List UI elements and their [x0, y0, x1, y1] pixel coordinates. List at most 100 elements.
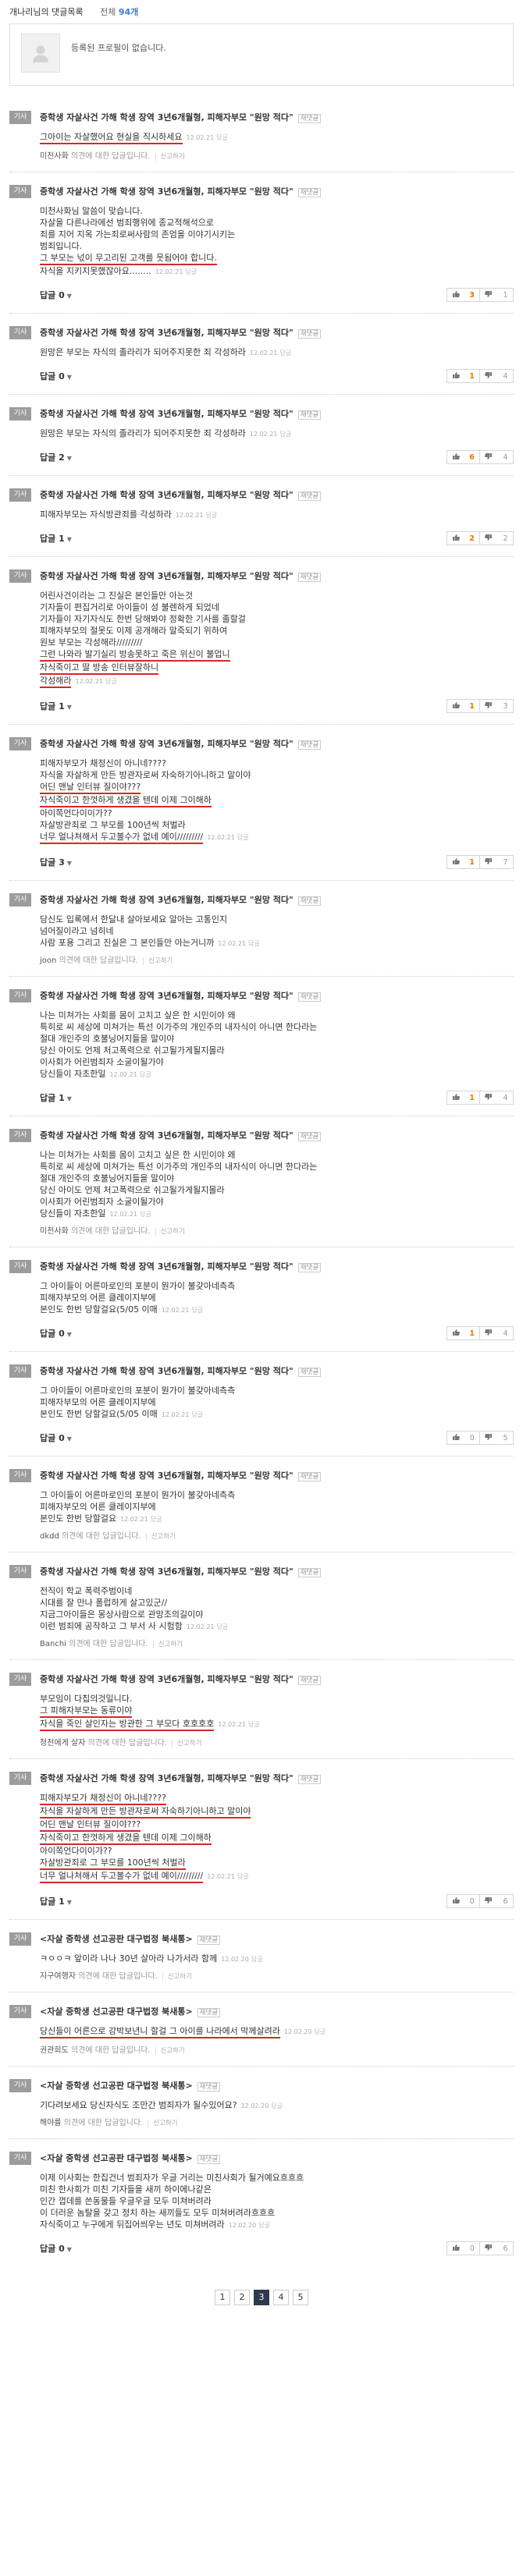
page-4-button[interactable]: 4	[273, 2290, 289, 2305]
reply-link[interactable]: 답글	[151, 1516, 162, 1523]
comment-context-badge[interactable]: 재댓글	[297, 1676, 322, 1685]
upvote-button[interactable]: 1	[447, 1091, 480, 1104]
reply-target-name[interactable]: 해야를	[40, 2119, 62, 2127]
downvote-button[interactable]: 5	[480, 1432, 513, 1444]
downvote-button[interactable]: 6	[480, 1895, 513, 1907]
upvote-button[interactable]: 0	[447, 1895, 480, 1907]
article-title-link[interactable]: 중학생 자살사건 가해 학생 장역 3년6개월형, 피해자부모 "원망 적다"	[40, 991, 294, 1001]
comment-context-badge[interactable]: 재댓글	[297, 1775, 322, 1784]
downvote-button[interactable]: 1	[480, 289, 513, 301]
reply-link[interactable]: 답글	[140, 1071, 151, 1078]
reply-target-name[interactable]: 청천에게 살자	[40, 1739, 85, 1747]
reply-link[interactable]: 답글	[271, 2102, 283, 2109]
reply-target-name[interactable]: 미천사화	[40, 152, 69, 161]
replies-toggle[interactable]: 답글 0 ▼	[40, 1432, 72, 1444]
reply-link[interactable]: 답글	[258, 2222, 270, 2229]
comment-context-badge[interactable]: 재댓글	[297, 573, 322, 582]
reply-link[interactable]: 답글	[279, 349, 291, 357]
article-title-link[interactable]: 중학생 자살사건 가해 학생 장역 3년6개월형, 피해자부모 "원망 적다"	[40, 1261, 294, 1272]
article-title-link[interactable]: 중학생 자살사건 가해 학생 장역 3년6개월형, 피해자부모 "원망 적다"	[40, 186, 294, 197]
replies-toggle[interactable]: 답글 0 ▼	[40, 1327, 72, 1339]
comment-context-badge[interactable]: 재댓글	[297, 1568, 322, 1577]
comment-context-badge[interactable]: 재댓글	[297, 188, 322, 197]
reply-link[interactable]: 답글	[206, 512, 218, 519]
replies-toggle[interactable]: 답글 1 ▼	[40, 532, 72, 545]
report-link[interactable]: 신고하기	[172, 1740, 202, 1747]
upvote-button[interactable]: 6	[447, 451, 480, 463]
reply-link[interactable]: 답글	[217, 1623, 229, 1630]
comment-context-badge[interactable]: 재댓글	[297, 114, 322, 123]
comment-context-badge[interactable]: 재댓글	[297, 992, 322, 1002]
replies-toggle[interactable]: 답글 1 ▼	[40, 1895, 72, 1907]
comment-context-badge[interactable]: 재댓글	[297, 329, 322, 339]
reply-link[interactable]: 답글	[248, 940, 260, 947]
page-3-button[interactable]: 3	[254, 2290, 269, 2305]
comment-context-badge[interactable]: 재댓글	[297, 491, 322, 501]
article-title-link[interactable]: 중학생 자살사건 가해 학생 장역 3년6개월형, 피해자부모 "원망 적다"	[40, 895, 294, 905]
comment-context-badge[interactable]: 재댓글	[197, 2155, 221, 2164]
reply-target-name[interactable]: dkdd	[40, 1532, 59, 1541]
comment-context-badge[interactable]: 재댓글	[297, 1132, 322, 1141]
reply-link[interactable]: 답글	[216, 134, 228, 141]
comment-context-badge[interactable]: 재댓글	[297, 1368, 322, 1377]
article-title-link[interactable]: 중학생 자살사건 가해 학생 장역 3년6개월형, 피해자부모 "원망 적다"	[40, 739, 294, 749]
replies-toggle[interactable]: 답글 0 ▼	[40, 370, 72, 382]
downvote-button[interactable]: 4	[480, 451, 513, 463]
replies-toggle[interactable]: 답글 3 ▼	[40, 856, 72, 868]
page-5-button[interactable]: 5	[293, 2290, 308, 2305]
upvote-button[interactable]: 0	[447, 1432, 480, 1444]
comment-context-badge[interactable]: 재댓글	[197, 1936, 221, 1945]
reply-link[interactable]: 답글	[191, 1411, 203, 1418]
upvote-button[interactable]: 1	[447, 700, 480, 712]
report-link[interactable]: 신고하기	[148, 2120, 178, 2127]
article-title-link[interactable]: <자살 중학생 선고공판 대구법정 북새통>	[40, 1934, 193, 1944]
replies-toggle[interactable]: 답글 2 ▼	[40, 451, 72, 463]
downvote-button[interactable]: 3	[480, 700, 513, 712]
article-title-link[interactable]: <자살 중학생 선고공판 대구법정 북새통>	[40, 2007, 193, 2017]
comment-context-badge[interactable]: 재댓글	[297, 1472, 322, 1481]
comment-context-badge[interactable]: 재댓글	[197, 2082, 221, 2092]
report-link[interactable]: 신고하기	[152, 1641, 183, 1648]
article-title-link[interactable]: 중학생 자살사건 가해 학생 장역 3년6개월형, 피해자부모 "원망 적다"	[40, 1366, 294, 1376]
article-title-link[interactable]: 중학생 자살사건 가해 학생 장역 3년6개월형, 피해자부모 "원망 적다"	[40, 328, 294, 338]
article-title-link[interactable]: 중학생 자살사건 가해 학생 장역 3년6개월형, 피해자부모 "원망 적다"	[40, 1471, 294, 1481]
article-title-link[interactable]: 중학생 자살사건 가해 학생 장역 3년6개월형, 피해자부모 "원망 적다"	[40, 409, 294, 419]
upvote-button[interactable]: 3	[447, 289, 480, 301]
reply-link[interactable]: 답글	[185, 268, 197, 275]
report-link[interactable]: 신고하기	[155, 1228, 185, 1236]
article-title-link[interactable]: 중학생 자살사건 가해 학생 장역 3년6개월형, 피해자부모 "원망 적다"	[40, 1130, 294, 1141]
report-link[interactable]: 신고하기	[155, 2047, 185, 2055]
reply-target-name[interactable]: Banchi	[40, 1640, 66, 1648]
downvote-button[interactable]: 4	[480, 1327, 513, 1339]
downvote-button[interactable]: 4	[480, 1091, 513, 1104]
report-link[interactable]: 신고하기	[162, 1973, 193, 1981]
article-title-link[interactable]: 중학생 자살사건 가해 학생 장역 3년6개월형, 피해자부모 "원망 적다"	[40, 1567, 294, 1577]
reply-link[interactable]: 답글	[314, 2028, 326, 2035]
page-2-button[interactable]: 2	[234, 2290, 250, 2305]
reply-link[interactable]: 답글	[279, 431, 291, 438]
comment-context-badge[interactable]: 재댓글	[297, 1263, 322, 1272]
replies-toggle[interactable]: 답글 0 ▼	[40, 2242, 72, 2255]
downvote-button[interactable]: 4	[480, 370, 513, 382]
upvote-button[interactable]: 0	[447, 2242, 480, 2255]
report-link[interactable]: 신고하기	[145, 1533, 176, 1541]
downvote-button[interactable]: 6	[480, 2242, 513, 2255]
report-link[interactable]: 신고하기	[143, 957, 173, 965]
upvote-button[interactable]: 1	[447, 370, 480, 382]
downvote-button[interactable]: 7	[480, 856, 513, 868]
upvote-button[interactable]: 1	[447, 856, 480, 868]
article-title-link[interactable]: <자살 중학생 선고공판 대구법정 북새통>	[40, 2153, 193, 2163]
replies-toggle[interactable]: 답글 0 ▼	[40, 289, 72, 301]
comment-context-badge[interactable]: 재댓글	[197, 2008, 221, 2017]
reply-link[interactable]: 답글	[237, 1873, 249, 1880]
reply-link[interactable]: 답글	[237, 834, 249, 841]
upvote-button[interactable]: 2	[447, 532, 480, 545]
article-title-link[interactable]: 중학생 자살사건 가해 학생 장역 3년6개월형, 피해자부모 "원망 적다"	[40, 1674, 294, 1684]
article-title-link[interactable]: 중학생 자살사건 가해 학생 장역 3년6개월형, 피해자부모 "원망 적다"	[40, 571, 294, 581]
page-1-button[interactable]: 1	[215, 2290, 230, 2305]
reply-link[interactable]: 답글	[191, 1307, 203, 1314]
replies-toggle[interactable]: 답글 1 ▼	[40, 1091, 72, 1104]
reply-target-name[interactable]: 권관희도	[40, 2046, 69, 2055]
upvote-button[interactable]: 1	[447, 1327, 480, 1339]
article-title-link[interactable]: 중학생 자살사건 가해 학생 장역 3년6개월형, 피해자부모 "원망 적다"	[40, 1773, 294, 1783]
